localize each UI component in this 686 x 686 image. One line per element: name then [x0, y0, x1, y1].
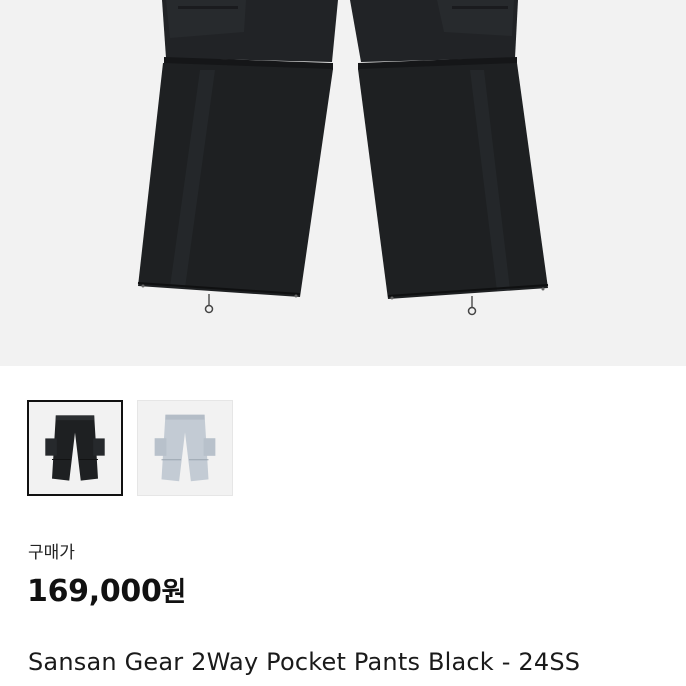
product-title: Sansan Gear 2Way Pocket Pants Black - 24… [28, 648, 581, 676]
product-hero-image[interactable] [0, 0, 686, 366]
product-page: 구매가 169,000원 Sansan Gear 2Way Pocket Pan… [0, 0, 686, 686]
pants-black-photo [137, 0, 549, 316]
price: 169,000원 [27, 570, 186, 609]
pants-black-thumbnail-image [45, 415, 105, 481]
price-value: 169,000 [27, 574, 162, 609]
price-currency: 원 [161, 577, 187, 608]
price-label: 구매가 [28, 543, 75, 563]
pants-gray-thumbnail-image [154, 414, 216, 482]
pants-black-thumbnail[interactable] [27, 400, 123, 496]
pants-gray-thumbnail[interactable] [137, 400, 233, 496]
